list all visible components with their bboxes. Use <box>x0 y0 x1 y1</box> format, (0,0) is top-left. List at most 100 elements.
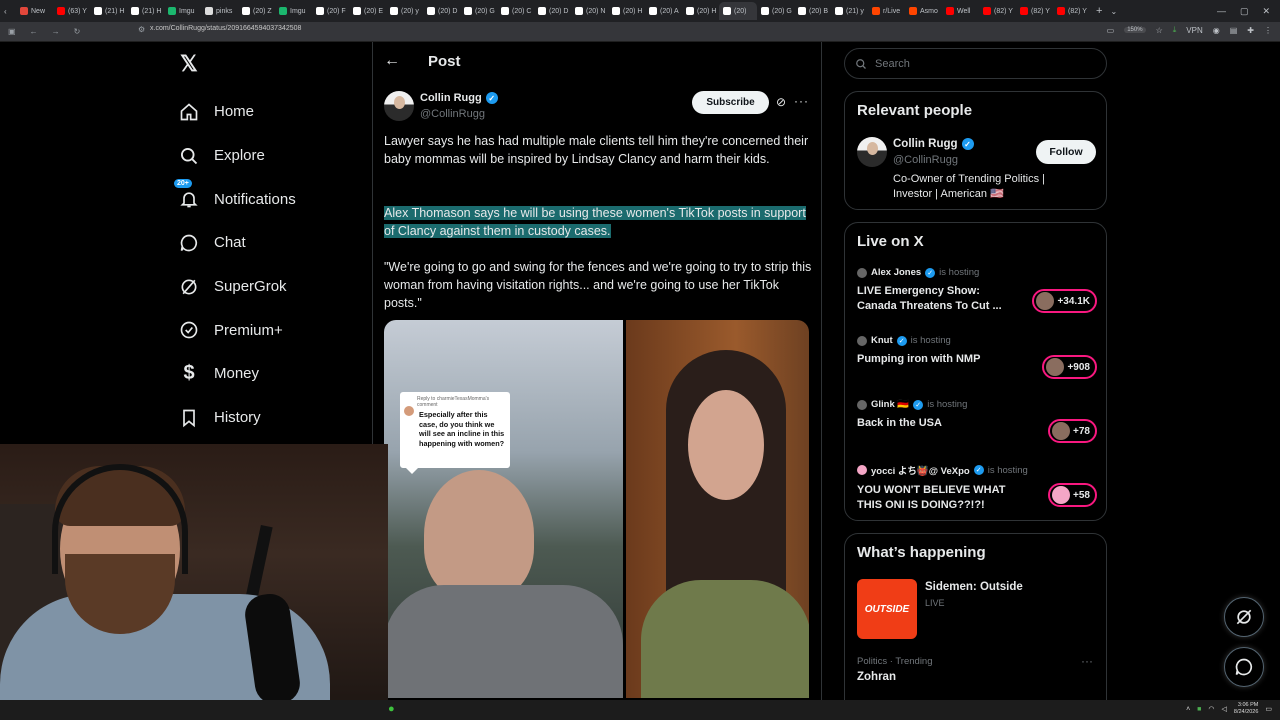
site-info-icon[interactable]: ⚙ <box>138 25 145 34</box>
tab-label: (20) B <box>809 7 829 15</box>
star-icon[interactable]: ☆ <box>1156 26 1163 35</box>
live-item[interactable]: Glink 🇩🇪 ✓ is hosting Back in the USA +78 <box>857 399 1097 449</box>
browser-tab[interactable]: (82) Y <box>1016 2 1053 20</box>
follow-button[interactable]: Follow <box>1036 140 1096 164</box>
grok-icon[interactable]: ⊘ <box>776 95 786 109</box>
browser-tab[interactable]: (20) A <box>645 2 682 20</box>
author-avatar[interactable] <box>384 91 414 121</box>
x-logo-icon[interactable]: 𝕏 <box>180 53 202 75</box>
browser-tab[interactable]: (21) H <box>90 2 127 20</box>
download-icon[interactable]: ⤓ <box>1173 25 1177 35</box>
vpn-badge[interactable]: VPN <box>1186 26 1202 35</box>
notification-icon[interactable]: ▭ <box>1265 705 1272 713</box>
zoom-indicator[interactable]: 150% <box>1124 27 1146 33</box>
live-item[interactable]: yocci よち👹@ VeXpo ✓ is hosting YOU WON'T BE… <box>857 463 1097 513</box>
sidebar-toggle-icon[interactable]: ▣ <box>8 27 16 36</box>
browser-tab[interactable]: New <box>16 2 53 20</box>
profile-icon[interactable]: ◉ <box>1213 26 1220 35</box>
person-handle[interactable]: @CollinRugg <box>893 154 958 166</box>
more-options-icon[interactable]: ··· <box>1081 654 1093 668</box>
browser-tab[interactable]: (20) Z <box>238 2 275 20</box>
author-name-row[interactable]: Collin Rugg ✓ <box>420 92 498 104</box>
media-image-left[interactable]: Reply to charmieTexasMomma's comment Esp… <box>384 320 623 698</box>
author-name[interactable]: Collin Rugg <box>420 92 482 104</box>
back-tab-scroll-icon[interactable]: ‹ <box>4 7 16 16</box>
browser-tab[interactable]: (20) <box>719 2 757 20</box>
screen-icon[interactable]: ▭ <box>1107 26 1115 35</box>
more-options-icon[interactable]: ··· <box>794 94 809 108</box>
listener-count[interactable]: +34.1K <box>1032 289 1097 313</box>
browser-tab[interactable]: (21) y <box>831 2 868 20</box>
post-media[interactable]: Reply to charmieTexasMomma's comment Esp… <box>384 320 809 698</box>
browser-tab[interactable]: (20) H <box>608 2 645 20</box>
browser-tab[interactable]: (20) N <box>571 2 608 20</box>
clock[interactable]: 3:06 PM 8/24/2026 <box>1234 702 1258 716</box>
listener-count[interactable]: +908 <box>1042 355 1097 379</box>
extensions-icon[interactable]: ✚ <box>1247 26 1254 35</box>
volume-icon[interactable]: ◁ <box>1222 705 1227 713</box>
menu-icon[interactable]: ⋮ <box>1264 26 1272 35</box>
nav-item-supergrok[interactable]: SuperGrok <box>178 265 368 309</box>
person-name-row[interactable]: Collin Rugg ✓ <box>893 138 974 150</box>
browser-tab[interactable]: (21) H <box>127 2 164 20</box>
nav-item-money[interactable]: $ Money <box>178 352 368 396</box>
browser-tab[interactable]: (20) D <box>423 2 460 20</box>
media-image-right[interactable] <box>626 320 809 698</box>
trend-thumbnail[interactable]: OUTSIDE <box>857 579 917 639</box>
browser-tab[interactable]: Asmo <box>905 2 942 20</box>
browser-tab[interactable]: (82) Y <box>979 2 1016 20</box>
browser-tab[interactable]: (20) E <box>349 2 386 20</box>
url-field[interactable]: x.com/CollinRugg/status/2091664594037342… <box>150 25 301 32</box>
browser-tab[interactable]: (20) F <box>312 2 349 20</box>
app-icon[interactable]: ● <box>388 703 398 717</box>
browser-tab[interactable]: Imgu <box>164 2 201 20</box>
live-item[interactable]: Alex Jones ✓ is hosting LIVE Emergency Sho… <box>857 267 1097 317</box>
back-arrow-icon[interactable]: ← <box>384 52 400 70</box>
person-name[interactable]: Collin Rugg <box>893 138 958 150</box>
reload-button[interactable]: ↻ <box>74 27 81 36</box>
new-tab-button[interactable]: + <box>1096 5 1102 17</box>
browser-tab[interactable]: pinks <box>201 2 238 20</box>
nav-item-home[interactable]: Home <box>178 90 368 134</box>
messages-fab-button[interactable] <box>1224 647 1264 687</box>
browser-tab[interactable]: (20) G <box>757 2 794 20</box>
subscribe-button[interactable]: Subscribe <box>692 91 769 114</box>
browser-tab[interactable]: (63) Y <box>53 2 90 20</box>
forward-button[interactable]: → <box>52 27 60 36</box>
listener-count[interactable]: +58 <box>1048 483 1097 507</box>
nav-item-explore[interactable]: Explore <box>178 134 368 178</box>
address-bar-actions: ▭ 150% ☆ ⤓ VPN ◉ ▤ ✚ ⋮ <box>1107 25 1272 35</box>
person-avatar[interactable] <box>857 137 887 167</box>
grok-fab-button[interactable] <box>1224 597 1264 637</box>
browser-tab[interactable]: r/Live <box>868 2 905 20</box>
wifi-icon[interactable]: ◠ <box>1208 705 1214 713</box>
close-window-button[interactable]: ✕ <box>1262 6 1270 17</box>
browser-tab[interactable]: Well <box>942 2 979 20</box>
search-input[interactable]: Search <box>844 48 1107 79</box>
browser-tab[interactable]: (20) B <box>794 2 831 20</box>
back-button[interactable]: ← <box>30 27 38 36</box>
author-handle[interactable]: @CollinRugg <box>420 108 485 120</box>
browser-tab[interactable]: (20) y <box>386 2 423 20</box>
minimize-button[interactable]: — <box>1217 6 1226 17</box>
listener-count[interactable]: +78 <box>1048 419 1097 443</box>
nav-item-premium[interactable]: Premium+ <box>178 308 368 352</box>
live-item[interactable]: Knut ✓ is hosting Pumping iron with NMP +9… <box>857 335 1097 385</box>
wallet-icon[interactable]: ▤ <box>1230 26 1238 35</box>
host-avatar <box>857 399 867 410</box>
nav-item-history[interactable]: History <box>178 396 368 440</box>
tray-chevron-icon[interactable]: ˄ <box>1186 706 1190 713</box>
maximize-button[interactable]: ▢ <box>1240 6 1249 17</box>
browser-tab[interactable]: (20) D <box>534 2 571 20</box>
nav-item-notifications[interactable]: 20+ Notifications <box>174 177 368 221</box>
trend-feature-title[interactable]: Sidemen: Outside <box>925 581 1023 593</box>
browser-tab[interactable]: (20) G <box>460 2 497 20</box>
trend-name[interactable]: Zohran <box>857 671 896 683</box>
browser-tab[interactable]: (82) Y <box>1053 2 1090 20</box>
browser-tab[interactable]: Imgu <box>275 2 312 20</box>
browser-tab[interactable]: (20) C <box>497 2 534 20</box>
tab-dropdown-icon[interactable]: ⌄ <box>1110 7 1117 16</box>
tray-app-icon[interactable]: ■ <box>1197 706 1201 713</box>
browser-tab[interactable]: (20) H <box>682 2 719 20</box>
nav-item-chat[interactable]: Chat <box>178 221 368 265</box>
